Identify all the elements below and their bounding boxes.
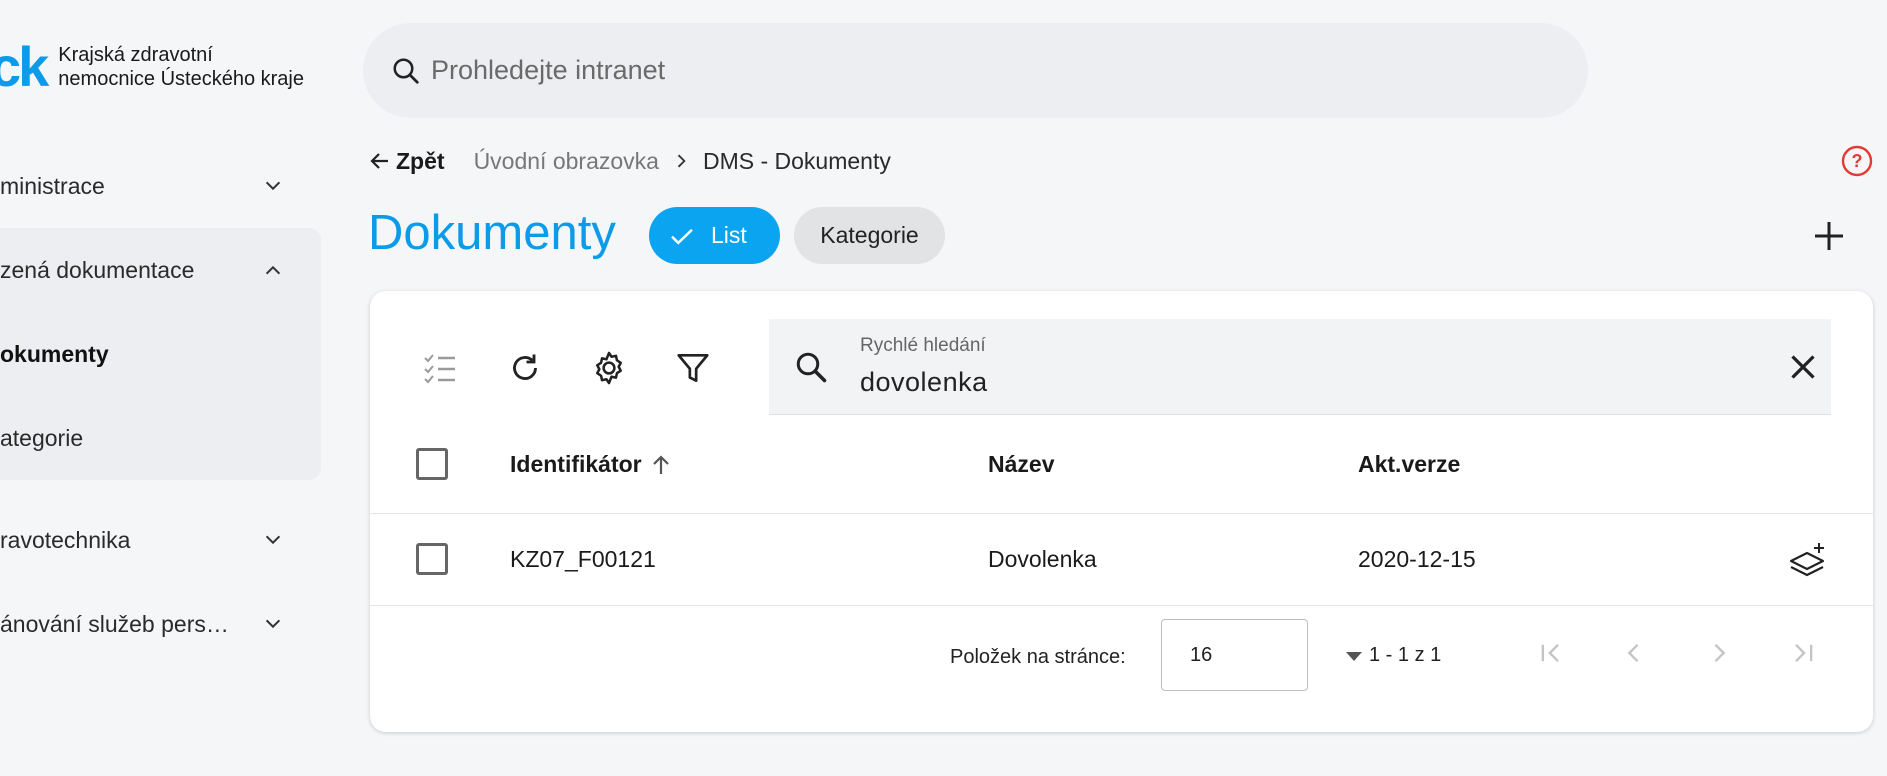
first-page-icon[interactable] <box>1536 638 1566 668</box>
page-title: Dokumenty <box>368 206 616 260</box>
next-page-icon[interactable] <box>1704 638 1734 668</box>
documents-card: Rychlé hledání dovolenka Identifikátor N… <box>370 291 1873 732</box>
search-icon <box>796 352 827 383</box>
intranet-search[interactable]: Prohledejte intranet <box>363 23 1588 118</box>
divider <box>370 605 1873 606</box>
search-icon <box>393 58 419 84</box>
arrow-left-icon <box>370 153 388 169</box>
chevron-up-icon <box>265 265 281 275</box>
quick-search-field[interactable]: Rychlé hledání dovolenka <box>769 319 1831 415</box>
select-all-checkbox[interactable] <box>416 448 448 480</box>
settings-icon[interactable] <box>587 346 631 390</box>
arrow-up-icon <box>652 454 669 474</box>
quick-search-label: Rychlé hledání <box>860 335 986 356</box>
view-list-chip[interactable]: List <box>649 207 780 264</box>
cell-nazev[interactable]: Dovolenka <box>988 546 1097 573</box>
filter-icon[interactable] <box>671 346 715 390</box>
close-icon[interactable] <box>1785 349 1821 385</box>
row-checkbox[interactable] <box>416 543 448 575</box>
search-input[interactable]: Prohledejte intranet <box>431 55 665 86</box>
sidebar-item-label: ravotechnika <box>0 526 131 553</box>
caret-down-icon <box>1346 651 1362 661</box>
add-icon[interactable] <box>1809 216 1849 256</box>
chip-label: List <box>711 222 747 248</box>
divider <box>370 513 1873 514</box>
column-header-nazev[interactable]: Název <box>988 451 1054 478</box>
pager-label: Položek na stránce: <box>950 646 1126 668</box>
logo-mark: ck <box>0 35 49 98</box>
sidebar-item-label: zená dokumentace <box>0 256 195 283</box>
column-header-identifikator[interactable]: Identifikátor <box>510 451 671 478</box>
pager-range-text: 1 - 1 z 1 <box>1369 644 1442 666</box>
sidebar-item-zdravotechnika[interactable]: ravotechnika <box>0 510 320 570</box>
sidebar-item-label: ministrace <box>0 172 105 199</box>
svg-text:?: ? <box>1852 151 1863 171</box>
chevron-down-icon <box>265 619 281 629</box>
cell-identifikator[interactable]: KZ07_F00121 <box>510 546 656 573</box>
page-size-input[interactable]: 16 <box>1161 619 1308 691</box>
quick-search-input[interactable]: dovolenka <box>860 367 988 398</box>
logo-line2: nemocnice Ústeckého kraje <box>58 68 304 90</box>
sidebar-item-rizena-dokumentace[interactable]: zená dokumentace <box>0 240 320 300</box>
logo-line1: Krajská zdravotní <box>58 44 213 66</box>
breadcrumb-home[interactable]: Úvodní obrazovka <box>474 148 659 175</box>
chevron-down-icon <box>265 181 281 191</box>
sidebar-subitem-dokumenty[interactable]: okumenty <box>0 341 109 368</box>
sidebar-item-planovani-sluzeb[interactable]: ánování služeb pers… <box>0 594 320 654</box>
refresh-icon[interactable] <box>503 346 547 390</box>
sidebar: ck Krajská zdravotní nemocnice Ústeckého… <box>0 0 330 776</box>
sidebar-item-label: ánování služeb pers… <box>0 610 229 637</box>
layers-add-icon[interactable] <box>1787 541 1827 581</box>
view-categories-chip[interactable]: Kategorie <box>794 207 945 264</box>
help-icon[interactable]: ? <box>1841 145 1873 177</box>
back-button[interactable]: Zpět <box>368 148 445 175</box>
check-icon <box>671 228 693 245</box>
column-header-label: Identifikátor <box>510 451 642 477</box>
cell-akt-verze[interactable]: 2020-12-15 <box>1358 546 1476 573</box>
previous-page-icon[interactable] <box>1619 638 1649 668</box>
breadcrumb-current: DMS - Dokumenty <box>702 147 891 174</box>
logo-text: Krajská zdravotní nemocnice Ústeckého kr… <box>58 43 304 91</box>
back-label: Zpět <box>396 147 445 174</box>
logo[interactable]: ck Krajská zdravotní nemocnice Ústeckého… <box>0 35 304 98</box>
breadcrumb: Zpět Úvodní obrazovka DMS - Dokumenty <box>368 146 891 176</box>
last-page-icon[interactable] <box>1788 638 1818 668</box>
select-list-icon[interactable] <box>418 346 462 390</box>
sidebar-subitem-kategorie[interactable]: ategorie <box>0 425 83 452</box>
chevron-down-icon <box>265 535 281 545</box>
sidebar-item-administrace[interactable]: ministrace <box>0 156 320 216</box>
pager-range[interactable]: 1 - 1 z 1 <box>1345 644 1441 667</box>
chevron-right-icon <box>671 151 691 171</box>
column-header-akt-verze[interactable]: Akt.verze <box>1358 451 1460 478</box>
